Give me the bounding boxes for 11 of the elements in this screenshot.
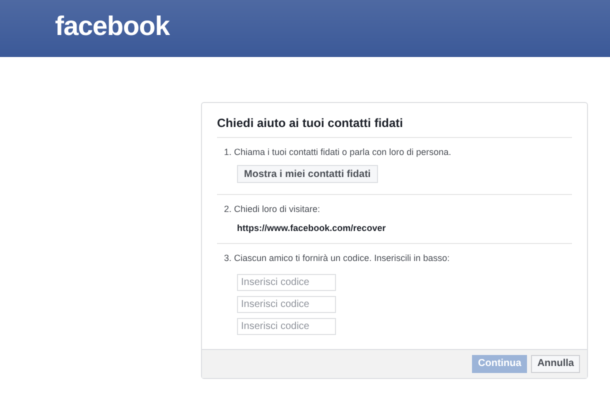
code-field[interactable]: Inserisci codice: [237, 318, 336, 334]
cancel-button[interactable]: Annulla: [531, 354, 580, 372]
step-text: 1. Chiama i tuoi contatti fidati o parla con loro di persona.: [224, 147, 452, 158]
step-text: 2. Chiedi loro di visitare:: [224, 204, 322, 214]
code-field[interactable]: Inserisci codice: [237, 296, 336, 312]
step-text: 3. Ciascun amico ti fornirà un codice. Inseriscili in basso:: [224, 252, 451, 264]
recover-url: https://www.facebook.com/recover: [237, 222, 387, 234]
facebook-logo[interactable]: facebook: [55, 6, 170, 52]
dialog-title: Chiedi aiuto ai tuoi contatti fidati: [217, 103, 572, 138]
code-field[interactable]: Inserisci codice: [237, 274, 336, 290]
show-contacts-button[interactable]: Mostra i miei contatti fidati: [237, 165, 378, 183]
